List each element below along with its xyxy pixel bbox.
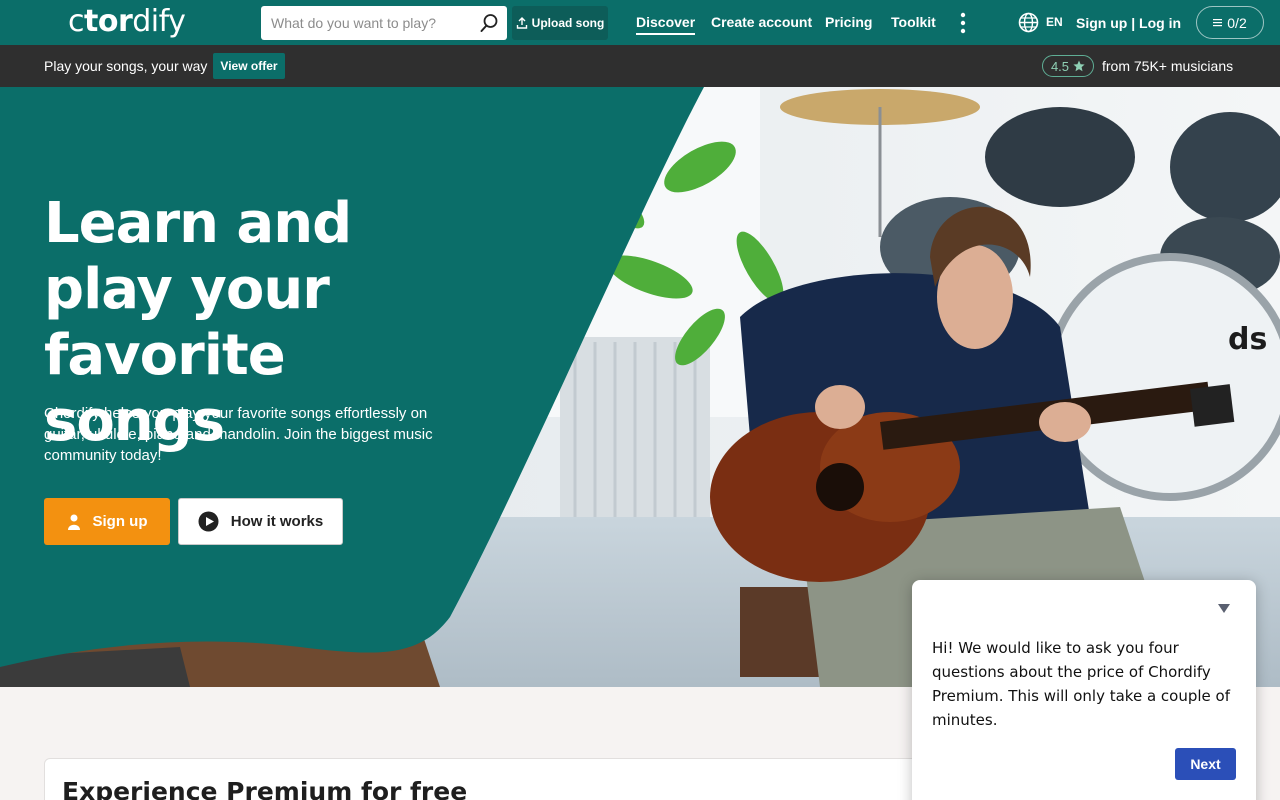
more-menu-icon[interactable] [958, 12, 968, 34]
survey-next-button[interactable]: Next [1175, 748, 1236, 780]
list-icon [1213, 19, 1223, 27]
star-icon [1073, 60, 1085, 72]
top-nav: ctordify Upload song Discover Create acc… [0, 0, 1280, 45]
promo-bar: Play your songs, your way View offer 4.5… [0, 45, 1280, 87]
language-selector[interactable]: EN [1046, 0, 1063, 45]
song-counter-value: 0/2 [1227, 14, 1247, 31]
nav-discover[interactable]: Discover [636, 0, 696, 45]
svg-text:ds: ds [1228, 322, 1267, 357]
hero-signup-label: Sign up [92, 513, 148, 530]
upload-song-label: Upload song [531, 16, 605, 30]
hero-signup-button[interactable]: Sign up [44, 498, 170, 545]
search-icon[interactable] [479, 13, 499, 33]
premium-title: Experience Premium for free [62, 777, 468, 800]
globe-icon[interactable] [1018, 12, 1039, 33]
how-it-works-button[interactable]: How it works [178, 498, 343, 545]
how-it-works-label: How it works [230, 513, 324, 530]
nav-toolkit[interactable]: Toolkit [891, 0, 936, 45]
survey-message: Hi! We would like to ask you four questi… [932, 639, 1230, 729]
user-icon [67, 514, 80, 530]
promo-text: Play your songs, your way [44, 58, 208, 74]
collapse-icon[interactable] [1217, 602, 1231, 614]
rating-text: from 75K+ musicians [1102, 58, 1234, 74]
signup-login-link[interactable]: Sign up | Log in [1076, 0, 1181, 46]
chordify-logo[interactable]: ctordify [68, 3, 186, 41]
premium-card: Experience Premium for free [44, 758, 944, 800]
song-counter-button[interactable]: 0/2 [1196, 6, 1264, 39]
upload-icon [516, 17, 527, 29]
nav-create-account[interactable]: Create account [711, 0, 812, 45]
upload-song-button[interactable]: Upload song [512, 6, 608, 40]
survey-popup: Hi! We would like to ask you four questi… [912, 580, 1256, 800]
view-offer-button[interactable]: View offer [213, 53, 285, 79]
hero-subtitle: Chordify helps you play your favorite so… [44, 405, 433, 464]
rating-value: 4.5 [1050, 58, 1070, 74]
search-box [261, 6, 507, 40]
rating-badge: 4.5 [1042, 55, 1094, 77]
search-input[interactable] [261, 6, 475, 40]
play-icon [198, 511, 219, 532]
nav-pricing[interactable]: Pricing [825, 0, 872, 45]
